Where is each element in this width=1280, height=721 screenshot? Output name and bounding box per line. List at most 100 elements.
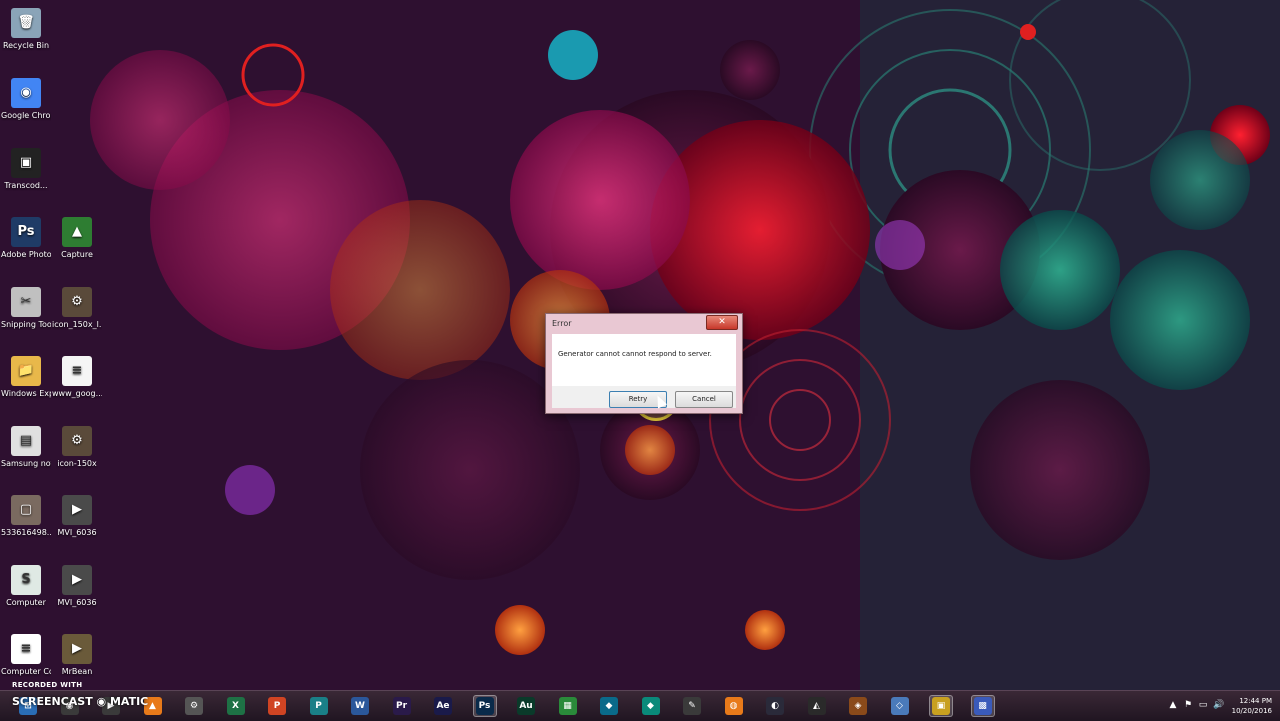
after-effects-icon: Ae (434, 697, 452, 715)
taskbar-recorder-icon[interactable]: ▣ (929, 695, 953, 717)
desktop-icon-label: Samsung note 8 Co... (1, 459, 51, 468)
capture-icon: ▲ (62, 217, 92, 247)
taskbar-unity-icon[interactable]: ◭ (805, 695, 829, 717)
dialog-body: Generator cannot cannot respond to serve… (552, 334, 736, 408)
cancel-button[interactable]: Cancel (675, 391, 733, 408)
excel-icon: X (226, 697, 245, 715)
app-icon: ◆ (600, 697, 618, 715)
watermark-brand: SCREENCAST ◉ MATIC (12, 695, 149, 708)
desktop[interactable]: 🗑 Recycle Bin ◉ Google Chrome ▣ Transcod... Ps… (0, 0, 1280, 690)
video-icon: ▶ (62, 565, 92, 595)
desktop-icon-label: Adobe Photosh... (1, 250, 51, 259)
desktop-icon[interactable]: ▣ Transcod... (1, 148, 51, 191)
desktop-icon-label: Computer Code (1, 667, 51, 676)
desktop-icon-label: Computer (6, 598, 46, 607)
settings-icon: ⚙ (185, 697, 203, 715)
taskbar-app-icon[interactable]: ◇ (888, 695, 912, 717)
desktop-icon-label: Google Chrome (1, 111, 51, 120)
desktop-icon[interactable]: ⚙ icon-150x (52, 426, 102, 469)
desktop-icon[interactable]: ▢ 533616498... (1, 495, 51, 538)
taskbar-tool-icon[interactable]: ✎ (680, 695, 704, 717)
chrome-icon: ◉ (11, 78, 41, 108)
taskbar-excel-icon[interactable]: X (224, 695, 248, 717)
desktop-icon-label: MrBean (61, 667, 93, 676)
tray-icon[interactable]: ▲ (1168, 700, 1178, 710)
desktop-icon[interactable]: ⚙ icon_150x_l... (52, 287, 102, 330)
desktop-icon[interactable]: ▶ MVI_6036 (52, 495, 102, 538)
desktop-icon-label: Recycle Bin (2, 41, 50, 50)
taskbar-premiere-icon[interactable]: Pr (390, 695, 414, 717)
blender-icon: ◍ (724, 697, 743, 715)
desktop-icon[interactable]: ▶ MrBean (52, 634, 102, 677)
taskbar-app-icon[interactable]: ◆ (639, 695, 663, 717)
desktop-icon[interactable]: ▤ Samsung note 8 Co... (1, 426, 51, 469)
desktop-icon[interactable]: S Computer (1, 565, 51, 608)
desktop-icon[interactable]: ▶ MVI_6036 (52, 565, 102, 608)
taskbar-powerpoint-icon[interactable]: P (265, 695, 289, 717)
desktop-icon-label: www_goog... (52, 389, 102, 398)
video-icon: ▶ (62, 495, 92, 525)
unity-icon: ◭ (807, 697, 826, 715)
desktop-icon[interactable]: 🗑 Recycle Bin (1, 8, 51, 51)
desktop-icon-label: MVI_6036 (57, 528, 97, 537)
desktop-icon[interactable]: ◉ Google Chrome (1, 78, 51, 121)
taskbar-photoshop-icon[interactable]: Ps (472, 695, 497, 717)
dialog-title: Error (552, 319, 572, 328)
watermark-caption: RECORDED WITH (12, 681, 83, 689)
transcoder-icon: ▣ (11, 148, 41, 178)
taskbar-app-icon[interactable]: ▩ (970, 695, 995, 717)
taskbar-app-icon[interactable]: ◈ (846, 695, 870, 717)
generator-icon: ⚙ (62, 426, 92, 456)
clock[interactable]: 12:44 PM 10/20/2016 (1232, 696, 1272, 716)
samsung-icon: ▤ (11, 426, 41, 456)
powerpoint-icon: P (268, 697, 286, 715)
close-button[interactable]: ✕ (706, 315, 738, 330)
app-icon: ◆ (641, 697, 660, 715)
word-icon: W (351, 697, 369, 715)
photoshop-icon: Ps (475, 697, 494, 715)
tray-icon[interactable]: 🔊 (1213, 700, 1224, 710)
clock-time: 12:44 PM (1239, 697, 1272, 705)
close-icon: ✕ (718, 317, 726, 327)
desktop-icon[interactable]: 📁 Windows Explorer (1, 356, 51, 399)
recycle-bin-icon: 🗑 (11, 8, 41, 38)
folder-icon: 📁 (11, 356, 41, 386)
taskbar-after-effects-icon[interactable]: Ae (431, 695, 455, 717)
app-icon: ▩ (973, 697, 992, 715)
document-icon: ≡ (62, 356, 92, 386)
publisher-icon: P (309, 697, 328, 715)
taskbar-steam-icon[interactable]: ◐ (763, 695, 787, 717)
text-file-icon: ≡ (11, 634, 41, 664)
taskbar-blender-icon[interactable]: ◍ (722, 695, 746, 717)
video-icon: ▶ (62, 634, 92, 664)
taskbar: ⊞ ◉ ▶ ▲ ⚙ X P P W Pr Ae Ps Au ▦ ◆ ◆ ✎ ◍ ◐ ◭ ◈ ◇ ▣ ▩ ▲ ⚑ ▭ 🔊 12:44 … (0, 690, 1280, 721)
tray-icon[interactable]: ▭ (1198, 700, 1208, 710)
taskbar-word-icon[interactable]: W (348, 695, 372, 717)
audition-icon: Au (517, 697, 535, 715)
photoshop-icon: Ps (11, 217, 41, 247)
desktop-icon[interactable]: ≡ www_goog... (52, 356, 102, 399)
generator-icon: ⚙ (62, 287, 92, 317)
taskbar-publisher-icon[interactable]: P (307, 695, 331, 717)
taskbar-app-icon[interactable]: ◆ (597, 695, 621, 717)
desktop-icon-label: Capture (61, 250, 93, 259)
tray-icon[interactable]: ⚑ (1183, 700, 1193, 710)
tool-icon: ✎ (683, 697, 701, 715)
app-icon: ◈ (849, 697, 867, 715)
snipping-tool-icon: ✂ (11, 287, 41, 317)
error-dialog[interactable]: Error ✕ Generator cannot cannot respond … (545, 313, 743, 414)
recorder-icon: ▣ (932, 697, 950, 715)
desktop-icon[interactable]: ✂ Snipping Tool (1, 287, 51, 330)
dialog-button-bar: Retry Cancel (552, 386, 736, 408)
dialog-titlebar[interactable]: Error ✕ (546, 314, 742, 332)
taskbar-audition-icon[interactable]: Au (514, 695, 538, 717)
app-icon: ◇ (890, 697, 909, 715)
taskbar-camtasia-icon[interactable]: ▦ (556, 695, 580, 717)
taskbar-settings-icon[interactable]: ⚙ (182, 695, 206, 717)
premiere-icon: Pr (392, 697, 411, 715)
desktop-icon[interactable]: ▲ Capture (52, 217, 102, 260)
clock-date: 10/20/2016 (1231, 707, 1272, 715)
desktop-icon-label: Windows Explorer (1, 389, 51, 398)
desktop-icon[interactable]: Ps Adobe Photosh... (1, 217, 51, 260)
desktop-icon[interactable]: ≡ Computer Code (1, 634, 51, 677)
